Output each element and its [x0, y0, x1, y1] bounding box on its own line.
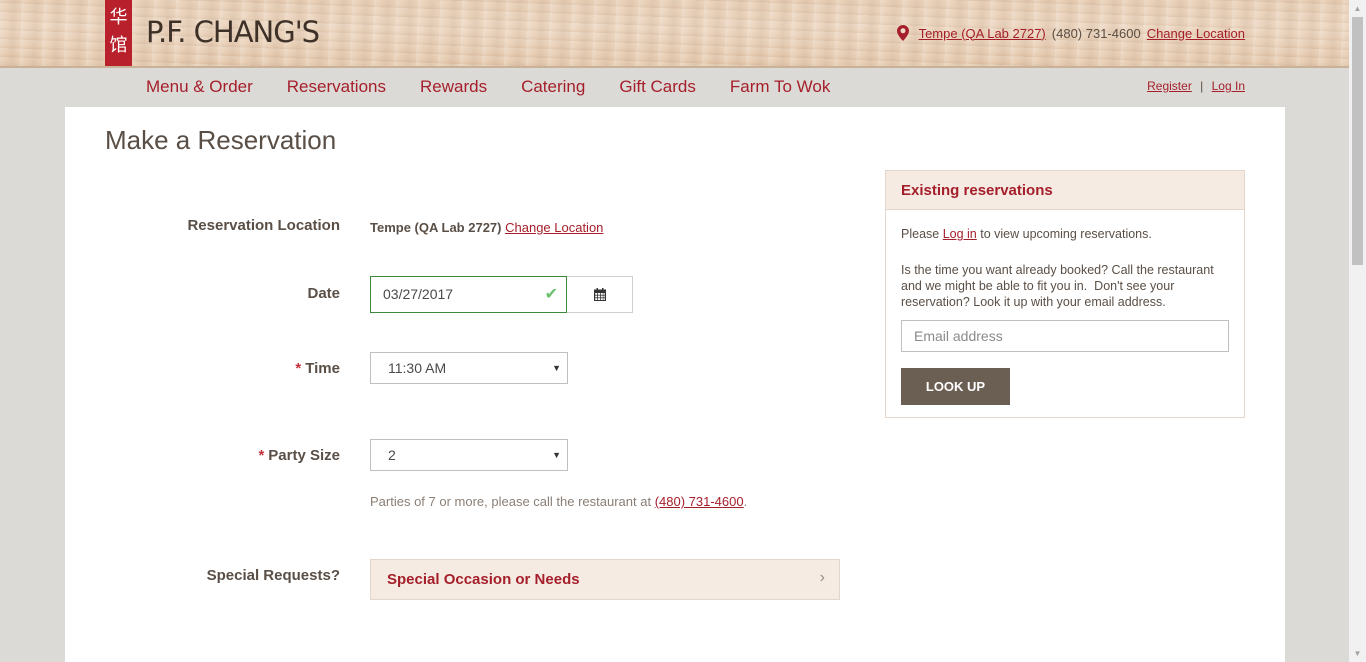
calendar-icon — [593, 288, 606, 301]
location-pin-icon — [896, 25, 909, 41]
logo-seal-chars: 华 馆 — [109, 7, 128, 56]
location-name: Tempe (QA Lab 2727) — [370, 220, 502, 235]
page-title: Make a Reservation — [105, 125, 337, 155]
auth-links: Register | Log In — [1147, 79, 1245, 93]
time-select[interactable]: 11:30 AM ▼ — [370, 352, 568, 384]
login-link[interactable]: Log In — [1212, 79, 1245, 93]
location-label: Reservation Location — [187, 217, 340, 234]
location-value: Tempe (QA Lab 2727) Change Location — [370, 220, 603, 235]
party-required-marker: * — [258, 447, 265, 464]
auth-separator: | — [1200, 79, 1204, 93]
special-occasion-label: Special Occasion or Needs — [387, 571, 580, 588]
existing-reservations-panel: Existing reservations Please Log in to v… — [885, 170, 1245, 418]
existing-reservations-title: Existing reservations — [886, 171, 1244, 210]
date-input[interactable]: 03/27/2017 ✔ — [370, 276, 567, 313]
special-occasion-button[interactable]: Special Occasion or Needs › — [370, 559, 840, 600]
date-label: Date — [307, 285, 340, 302]
time-required-marker: * — [295, 360, 302, 377]
look-up-button[interactable]: LOOK UP — [901, 368, 1010, 405]
party-size-note: Parties of 7 or more, please call the re… — [370, 494, 747, 509]
time-label: * Time — [295, 360, 340, 377]
date-picker: 03/27/2017 ✔ — [370, 276, 633, 313]
time-label-text: Time — [305, 360, 340, 377]
header-change-location-link[interactable]: Change Location — [1147, 26, 1245, 41]
scroll-down-arrow-icon[interactable]: ▼ — [1349, 645, 1366, 662]
date-value: 03/27/2017 — [383, 286, 454, 302]
login-prompt-rest: to view upcoming reservations. — [976, 227, 1152, 241]
register-link[interactable]: Register — [1147, 79, 1192, 93]
header-phone: (480) 731-4600 — [1051, 25, 1141, 41]
scroll-up-arrow-icon[interactable]: ▲ — [1349, 0, 1366, 17]
party-label-text: Party Size — [268, 447, 340, 464]
main-nav: Menu & Order Reservations Rewards Cateri… — [0, 68, 1349, 106]
check-icon: ✔ — [544, 286, 558, 303]
nav-item-catering[interactable]: Catering — [521, 77, 585, 97]
nav-item-rewards[interactable]: Rewards — [420, 77, 487, 97]
time-value: 11:30 AM — [388, 360, 447, 376]
party-size-value: 2 — [388, 447, 396, 463]
email-field[interactable]: Email address — [901, 320, 1229, 352]
panel-login-link[interactable]: Log in — [943, 227, 977, 241]
party-size-label: * Party Size — [258, 447, 340, 464]
logo-seal[interactable]: 华 馆 — [105, 0, 132, 66]
login-prompt-please: Please — [901, 227, 943, 241]
nav-item-menu-order[interactable]: Menu & Order — [146, 77, 253, 97]
restaurant-phone-link[interactable]: (480) 731-4600 — [655, 494, 744, 509]
chevron-down-icon: ▼ — [552, 450, 561, 460]
special-requests-label: Special Requests? — [206, 567, 340, 584]
brand-logo[interactable]: P.F. CHANG'S — [146, 15, 320, 49]
header-location-link[interactable]: Tempe (QA Lab 2727) — [919, 26, 1046, 41]
login-prompt: Please Log in to view upcoming reservati… — [901, 226, 1229, 242]
change-location-link[interactable]: Change Location — [505, 220, 603, 235]
reservation-card: Make a Reservation Reservation Location … — [65, 107, 1285, 662]
calendar-button[interactable] — [567, 276, 633, 313]
party-note-suffix: . — [743, 494, 748, 509]
site-header: 华 馆 P.F. CHANG'S Tempe (QA Lab 2727) (48… — [0, 0, 1349, 68]
nav-item-reservations[interactable]: Reservations — [287, 77, 386, 97]
chevron-down-icon: ▼ — [552, 363, 561, 373]
scroll-thumb[interactable] — [1352, 17, 1363, 265]
party-size-select[interactable]: 2 ▼ — [370, 439, 568, 471]
location-bar: Tempe (QA Lab 2727) (480) 731-4600 Chang… — [896, 25, 1245, 41]
party-note-text: Parties of 7 or more, please call the re… — [370, 494, 655, 509]
chevron-right-icon: › — [819, 569, 825, 586]
nav-item-farm-to-wok[interactable]: Farm To Wok — [730, 77, 830, 97]
lookup-help-text: Is the time you want already booked? Cal… — [901, 263, 1218, 309]
page-scrollbar[interactable]: ▲ ▼ — [1349, 0, 1366, 662]
nav-item-gift-cards[interactable]: Gift Cards — [619, 77, 696, 97]
